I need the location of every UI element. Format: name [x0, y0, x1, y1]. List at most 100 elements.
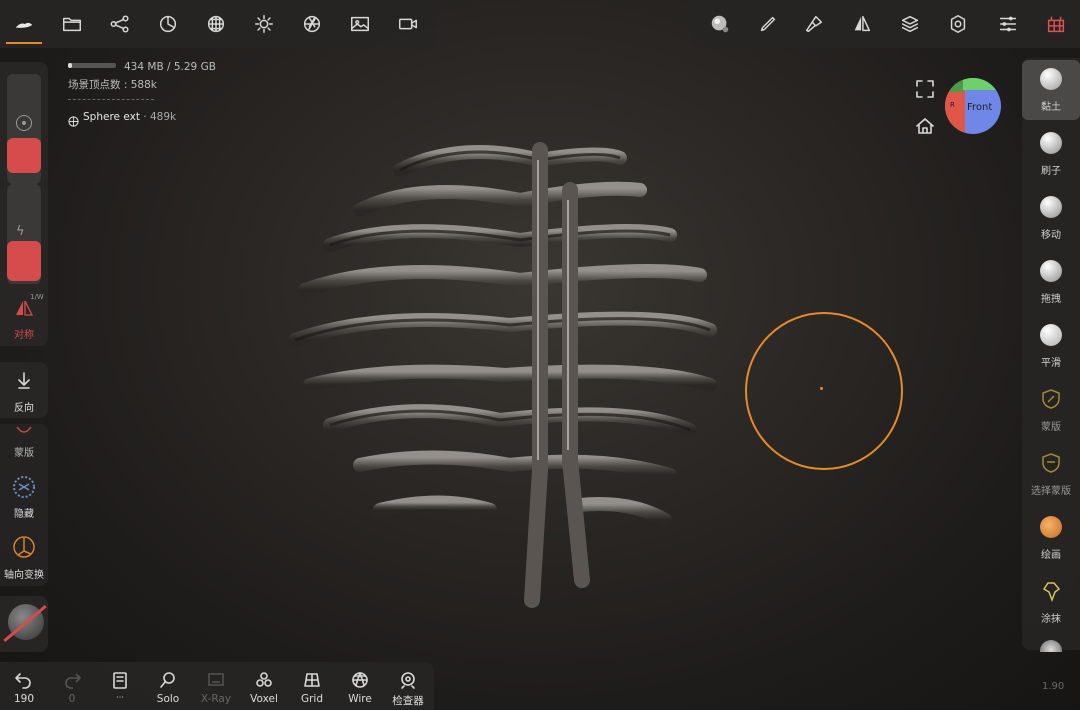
hide-icon[interactable]	[11, 474, 37, 500]
symmetry-label: 对称	[14, 330, 34, 341]
version-label: 1.90	[1042, 681, 1065, 692]
redo-count: 0	[68, 693, 76, 705]
tool-label: 绘画	[1041, 550, 1061, 561]
redo-icon	[65, 673, 82, 689]
tool-smudge[interactable]: 涂抹	[1022, 572, 1080, 632]
video-camera-icon[interactable]	[392, 8, 424, 40]
grid-button[interactable]: Grid	[288, 662, 336, 710]
voxel-icon	[256, 672, 272, 687]
clay-brush-icon	[1040, 68, 1062, 90]
hide-label: 隐藏	[14, 509, 34, 520]
paint-sphere-icon	[1040, 516, 1062, 538]
brush-center-dot	[820, 387, 823, 390]
inspector-label: 检查器	[392, 695, 424, 707]
mask-label: 蒙版	[14, 448, 34, 459]
memory-bar	[68, 63, 116, 68]
inspector-button[interactable]: 检查器	[384, 662, 432, 710]
redo-button[interactable]: 0	[48, 662, 96, 710]
wireframe-icon	[352, 672, 368, 688]
object-name[interactable]: Sphere ext · 489k	[83, 111, 176, 123]
tool-label: 涂抹	[1041, 614, 1061, 625]
xray-button[interactable]: X-Ray	[192, 662, 240, 710]
magnifier-icon	[160, 672, 175, 688]
home-view-icon[interactable]	[914, 115, 936, 137]
sliders-icon[interactable]	[992, 8, 1024, 40]
topology-grid-icon[interactable]	[1040, 8, 1072, 40]
radius-slider-fill	[7, 138, 41, 173]
solo-button[interactable]: Solo	[144, 662, 192, 710]
fullscreen-icon[interactable]	[914, 78, 936, 100]
select-mask-shield-icon	[1040, 452, 1062, 474]
object-vertex-count: · 489k	[143, 111, 177, 123]
tool-select-mask[interactable]: 选择蒙版	[1022, 444, 1080, 504]
tool-drag[interactable]: 拖拽	[1022, 252, 1080, 312]
tool-mask[interactable]: 蒙版	[1022, 380, 1080, 440]
voxel-label: Voxel	[250, 693, 278, 705]
symmetry-icon[interactable]	[846, 8, 878, 40]
paint-tool-icon[interactable]	[798, 8, 830, 40]
undo-count: 190	[13, 693, 35, 705]
invert-button[interactable]: 反向	[0, 362, 48, 418]
voxel-button[interactable]: Voxel	[240, 662, 288, 710]
wireframe-button[interactable]: Wire	[336, 662, 384, 710]
tool-label: 平滑	[1041, 358, 1061, 369]
brush-sphere-icon	[1040, 132, 1062, 154]
smooth-brush-icon	[1040, 324, 1062, 346]
tool-label: 移动	[1041, 230, 1061, 241]
top-right-toolbar	[690, 0, 1080, 48]
left-brush-sliders-panel: ϟ 1/W 对称	[0, 62, 48, 346]
right-tool-sidebar: 黏土 刷子 移动 拖拽 平滑 蒙版 选择蒙版 绘画 涂抹	[1022, 58, 1080, 650]
render-aperture-icon[interactable]	[296, 8, 328, 40]
tool-brush[interactable]: 刷子	[1022, 124, 1080, 184]
arrow-down-icon	[14, 370, 34, 390]
object-sphere-icon	[68, 112, 79, 127]
tool-label: 选择蒙版	[1031, 486, 1071, 497]
drag-brush-icon	[1040, 260, 1062, 282]
scene-menu-icon[interactable]	[8, 8, 40, 40]
gizmo-icon[interactable]	[11, 534, 37, 560]
solo-label: Solo	[156, 693, 180, 705]
settings-gear-icon[interactable]	[942, 8, 974, 40]
ribcage-3d-model[interactable]	[270, 130, 730, 610]
xray-label: X-Ray	[200, 693, 232, 705]
symmetry-toggle-icon[interactable]	[14, 300, 34, 316]
material-icon[interactable]	[152, 8, 184, 40]
tool-label: 黏土	[1041, 102, 1061, 113]
object-name-text: Sphere ext	[83, 111, 140, 123]
intensity-slider-fill	[7, 241, 41, 281]
share-nodes-icon[interactable]	[104, 8, 136, 40]
tool-label: 拖拽	[1041, 294, 1061, 305]
image-icon[interactable]	[344, 8, 376, 40]
intensity-icon: ϟ	[16, 224, 25, 239]
active-tab-indicator	[6, 42, 42, 44]
move-brush-icon	[1040, 196, 1062, 218]
mask-heart-icon[interactable]	[14, 424, 34, 438]
tool-paint[interactable]: 绘画	[1022, 508, 1080, 568]
undo-button[interactable]: 190	[0, 662, 48, 710]
view-cube-left-label: R	[950, 101, 955, 109]
divider	[68, 99, 154, 100]
scene-vertex-count: 场景顶点数 : 588k	[68, 79, 157, 91]
undo-icon	[15, 673, 31, 689]
left-mask-panel: 蒙版 隐藏 轴向变换	[0, 424, 48, 586]
scene-tree-button[interactable]: ···	[96, 662, 144, 710]
invert-label: 反向	[14, 403, 34, 414]
view-cube[interactable]: R Front	[945, 78, 1001, 134]
grid-label: Grid	[300, 693, 324, 705]
symmetry-mode-label: 1/W	[30, 293, 44, 301]
layers-icon[interactable]	[894, 8, 926, 40]
folder-icon[interactable]	[56, 8, 88, 40]
texture-sphere-icon[interactable]	[200, 8, 232, 40]
tool-clay[interactable]: 黏土	[1022, 60, 1080, 120]
grid-icon	[304, 673, 320, 687]
tool-smooth[interactable]: 平滑	[1022, 316, 1080, 376]
wire-label: Wire	[348, 693, 372, 705]
material-preview-icon[interactable]	[704, 8, 736, 40]
radius-icon	[16, 115, 32, 131]
memory-usage: 434 MB / 5.29 GB	[124, 61, 216, 73]
book-icon	[113, 672, 127, 689]
matcap-disabled-button[interactable]	[0, 596, 48, 652]
light-icon[interactable]	[248, 8, 280, 40]
tool-move[interactable]: 移动	[1022, 188, 1080, 248]
brush-stroke-icon[interactable]	[752, 8, 784, 40]
